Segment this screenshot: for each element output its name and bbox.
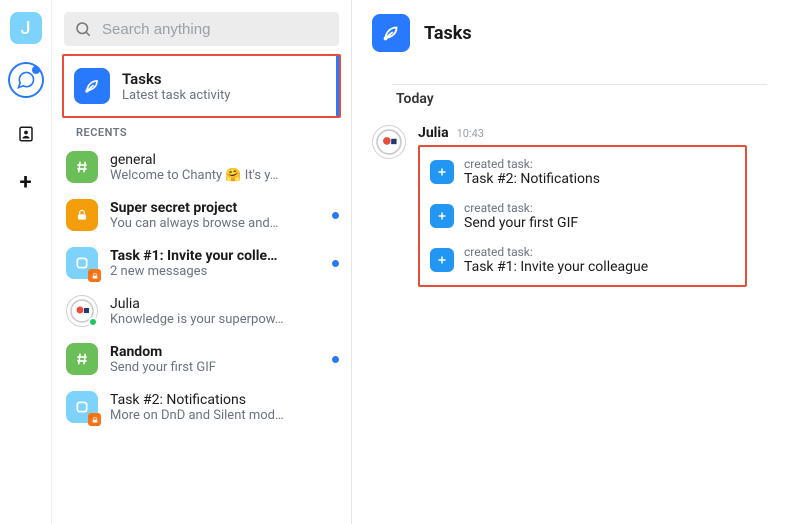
today-divider: Today [392, 84, 767, 107]
unread-dot-icon [332, 356, 339, 363]
tasks-icon [372, 14, 410, 52]
recents-list: general Welcome to Chanty 🤗 It's y… Supe… [52, 143, 351, 431]
item-title: Julia [110, 296, 339, 312]
task-row[interactable]: created task: Task #1: Invite your colle… [430, 241, 735, 279]
tasks-title: Tasks [122, 70, 230, 88]
item-subtitle: Welcome to Chanty 🤗 It's y… [110, 168, 339, 183]
item-subtitle: You can always browse and… [110, 216, 320, 231]
unread-dot-icon [32, 66, 40, 74]
item-subtitle: Knowledge is your superpow… [110, 312, 339, 327]
plus-icon [430, 248, 454, 272]
lock-icon [66, 199, 98, 231]
task-name: Task #1: Invite your colleague [464, 259, 648, 275]
plus-icon [430, 160, 454, 184]
recents-label: RECENTS [52, 118, 351, 143]
task-row[interactable]: created task: Task #2: Notifications [430, 153, 735, 191]
hash-icon [66, 343, 98, 375]
hash-icon [66, 151, 98, 183]
item-title: Random [110, 344, 320, 360]
item-title: Task #1: Invite your colle… [110, 248, 320, 264]
task-icon [66, 391, 98, 423]
tasks-icon [74, 68, 110, 104]
list-item[interactable]: Task #1: Invite your colle… 2 new messag… [52, 239, 351, 287]
task-name: Send your first GIF [464, 215, 578, 231]
presence-dot-icon [88, 317, 98, 327]
search-input[interactable] [102, 21, 329, 38]
task-icon [66, 247, 98, 279]
list-item[interactable]: Super secret project You can always brow… [52, 191, 351, 239]
item-subtitle: 2 new messages [110, 264, 320, 279]
nav-rail: J + [0, 0, 52, 524]
list-item[interactable]: Julia Knowledge is your superpow… [52, 287, 351, 335]
message-block: Julia 10:43 created task: Task #2: Notif… [352, 107, 787, 287]
lock-badge-icon [88, 269, 101, 282]
main-area: Tasks Today Julia 10:43 created task: Ta… [352, 0, 787, 524]
task-prefix: created task: [464, 245, 648, 259]
item-subtitle: More on DnD and Silent mod… [110, 408, 339, 423]
item-title: Super secret project [110, 200, 320, 216]
task-prefix: created task: [464, 157, 600, 171]
item-title: general [110, 152, 339, 168]
task-name: Task #2: Notifications [464, 171, 600, 187]
today-label: Today [392, 91, 767, 107]
task-prefix: created task: [464, 201, 578, 215]
item-title: Task #2: Notifications [110, 392, 339, 408]
main-header: Tasks [352, 0, 787, 66]
page-title: Tasks [424, 23, 472, 44]
avatar-icon [66, 295, 98, 327]
contacts-nav-icon[interactable] [8, 116, 44, 152]
unread-dot-icon [332, 212, 339, 219]
tasks-subtitle: Latest task activity [122, 88, 230, 103]
search-icon [74, 20, 92, 38]
search-box[interactable] [64, 12, 339, 46]
sender-avatar[interactable] [372, 125, 406, 159]
plus-icon [430, 204, 454, 228]
unread-dot-icon [332, 260, 339, 267]
add-button[interactable]: + [19, 170, 31, 195]
chat-nav-icon[interactable] [8, 62, 44, 98]
list-item[interactable]: Task #2: Notifications More on DnD and S… [52, 383, 351, 431]
tasks-feed-item[interactable]: Tasks Latest task activity [62, 54, 341, 118]
list-item[interactable]: general Welcome to Chanty 🤗 It's y… [52, 143, 351, 191]
item-subtitle: Send your first GIF [110, 360, 320, 375]
sidebar-panel: Tasks Latest task activity RECENTS gener… [52, 0, 352, 524]
user-avatar[interactable]: J [10, 12, 42, 44]
lock-badge-icon [88, 413, 101, 426]
list-item[interactable]: Random Send your first GIF [52, 335, 351, 383]
task-row[interactable]: created task: Send your first GIF [430, 197, 735, 235]
sender-name: Julia [418, 125, 449, 141]
message-time: 10:43 [457, 127, 484, 140]
task-activity-box: created task: Task #2: Notifications cre… [418, 145, 747, 287]
